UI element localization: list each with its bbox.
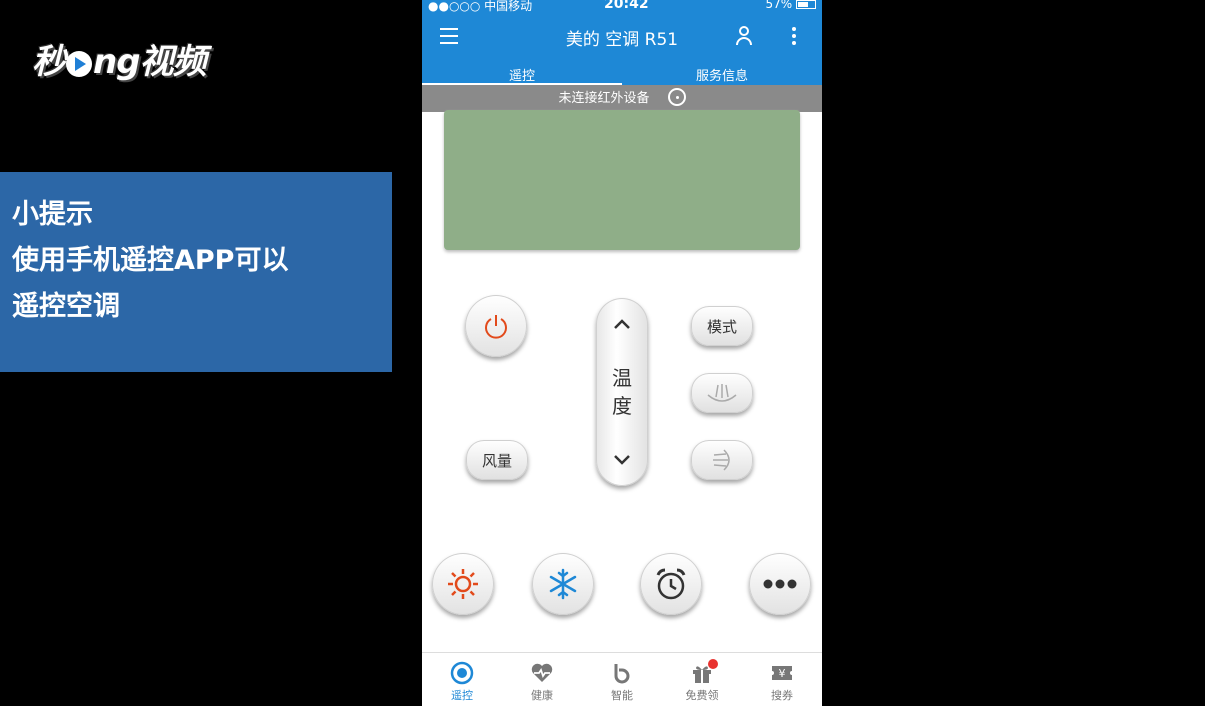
cool-mode-button[interactable]	[532, 553, 594, 615]
tab-service-info[interactable]: 服务信息	[622, 60, 822, 85]
ac-display-screen	[444, 110, 800, 250]
phone-screen: ●●○○○ 中国移动 20:42 57% 美的 空调 R51 遥控 服务信息 未…	[422, 0, 822, 706]
heart-pulse-icon	[531, 663, 553, 682]
tip-title: 小提示	[12, 199, 93, 230]
nav-health[interactable]: 健康	[502, 653, 582, 706]
svg-text:¥: ¥	[779, 667, 786, 680]
notification-badge	[708, 659, 718, 669]
user-icon[interactable]	[734, 26, 754, 48]
coupon-icon: ¥	[772, 666, 792, 680]
carrier-label: ●●○○○ 中国移动	[428, 0, 533, 13]
ir-status-text: 未连接红外设备	[558, 91, 650, 106]
bottom-nav: 遥控 健康 智能 免费领 ¥ 搜券	[422, 652, 822, 706]
more-options-button[interactable]	[749, 553, 811, 615]
swing-vertical-button[interactable]	[691, 373, 753, 413]
remote-icon	[450, 661, 474, 685]
tab-remote[interactable]: 遥控	[422, 60, 622, 85]
page-title: 美的 空调 R51	[565, 30, 679, 50]
battery-icon	[796, 0, 816, 9]
heat-mode-button[interactable]	[432, 553, 494, 615]
clock: 20:42	[604, 0, 649, 12]
battery-indicator: 57%	[766, 0, 816, 11]
nav-free-gift[interactable]: 免费领	[662, 653, 742, 706]
nav-smart[interactable]: 智能	[582, 653, 662, 706]
status-bar: ●●○○○ 中国移动 20:42 57%	[422, 0, 822, 14]
snowflake-icon	[549, 568, 577, 600]
play-icon	[66, 50, 92, 77]
alarm-clock-icon	[656, 568, 686, 600]
tab-bar: 遥控 服务信息	[422, 60, 822, 85]
brand-logo: 秒 ng视频	[32, 42, 207, 82]
power-button[interactable]	[465, 295, 527, 357]
tip-line: 使用手机遥控APP可以	[12, 245, 289, 276]
tip-line: 遥控空调	[12, 291, 120, 322]
swing-horizontal-icon	[713, 449, 730, 471]
temp-up-button[interactable]	[613, 318, 631, 330]
sun-icon	[448, 569, 478, 599]
mode-button[interactable]: 模式	[691, 306, 753, 346]
timer-button[interactable]	[640, 553, 702, 615]
smart-b-icon	[614, 664, 630, 684]
tip-panel: 小提示 使用手机遥控APP可以 遥控空调	[0, 172, 392, 372]
more-vertical-icon[interactable]	[792, 27, 798, 48]
swing-horizontal-button[interactable]	[691, 440, 753, 480]
temp-down-button[interactable]	[613, 454, 631, 466]
temperature-rocker: 温度	[596, 298, 648, 486]
nav-remote[interactable]: 遥控	[422, 653, 502, 706]
ellipsis-icon	[763, 579, 797, 589]
nav-coupon[interactable]: ¥ 搜券	[742, 653, 822, 706]
swing-vertical-icon	[707, 384, 737, 402]
power-icon	[485, 315, 507, 339]
ir-status-bar: 未连接红外设备	[422, 85, 822, 112]
temp-label: 温度	[612, 366, 632, 418]
refresh-icon[interactable]	[667, 87, 686, 106]
fan-speed-button[interactable]: 风量	[466, 440, 528, 480]
app-header: ●●○○○ 中国移动 20:42 57% 美的 空调 R51 遥控 服务信息	[422, 0, 822, 85]
